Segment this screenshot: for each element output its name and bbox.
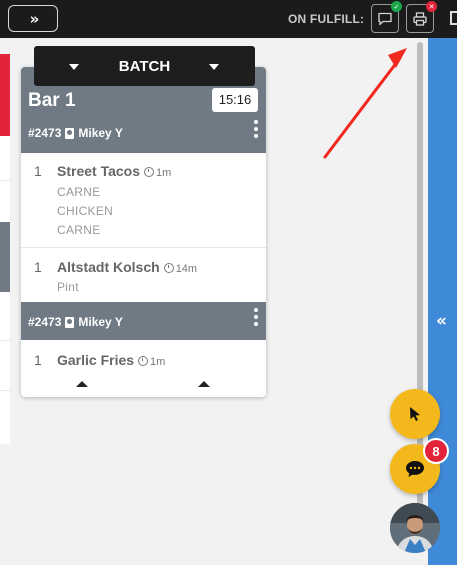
scroll-up-icon[interactable] [198,381,210,387]
expand-button[interactable]: » [8,5,58,32]
disabled-x-icon: ✕ [426,1,437,12]
order-number: #2473 [28,126,62,140]
item-quantity: 1 [34,259,42,275]
item-name: Altstadt Kolsch 14m [57,259,197,275]
batch-selector[interactable]: BATCH [34,46,255,86]
item-name-text: Garlic Fries [57,352,135,368]
double-chevron-left-icon[interactable]: « [436,311,447,331]
top-bar: » ON FULFILL: ✓ ✕ [0,0,457,38]
item-name-text: Altstadt Kolsch [57,259,160,275]
item-modifier: CHICKEN [57,204,114,218]
avatar[interactable] [390,503,440,553]
order-info: #2473 Mikey Y [28,126,123,140]
enabled-check-icon: ✓ [391,1,402,12]
order-card[interactable]: Bar 1 15:16 #2473 Mikey Y 1 Street Tacos… [21,67,266,397]
printer-icon [413,11,427,26]
scroll-up-icon[interactable] [76,381,88,387]
item-name-text: Street Tacos [57,163,140,179]
customer-name: Mikey Y [78,126,123,140]
clock-icon [138,356,149,366]
chat-bubble-icon [406,461,424,477]
person-icon [65,127,75,139]
left-column-header-red [0,54,10,136]
order-number: #2473 [28,315,62,329]
unread-badge: 8 [423,438,449,464]
divider [21,247,266,248]
person-icon [65,316,75,328]
double-chevron-right-icon: » [29,9,40,28]
clock-icon [144,167,154,177]
more-options-icon[interactable] [254,308,258,329]
order-timer: 15:16 [212,88,258,112]
item-modifier: Pint [57,280,79,294]
item-quantity: 1 [34,352,42,368]
order-sub-header: #2473 Mikey Y [21,302,266,340]
item-age: 14m [175,263,198,275]
pointer-button[interactable] [390,389,440,439]
fullscreen-icon[interactable] [450,11,457,25]
item-age: 1m [156,167,172,179]
on-fulfill-label: ON FULFILL: [288,12,365,26]
user-photo [390,503,440,553]
send-message-toggle[interactable]: ✓ [371,1,402,33]
clock-icon [163,263,174,273]
left-order-column-2[interactable] [0,222,10,444]
cursor-icon [410,407,420,421]
item-age: 1m [150,356,166,368]
item-modifier: CARNE [57,223,101,237]
item-name: Garlic Fries 1m [57,352,165,368]
station-title: Bar 1 [28,90,76,111]
message-icon [378,12,392,25]
batch-label: BATCH [118,58,171,75]
print-toggle[interactable]: ✕ [406,1,437,33]
caret-down-icon [209,64,219,70]
more-options-icon[interactable] [254,120,258,141]
left-column-header-gray [0,222,10,292]
item-modifier: CARNE [57,185,101,199]
order-info: #2473 Mikey Y [28,315,123,329]
customer-name: Mikey Y [78,315,123,329]
left-order-column-1[interactable] [0,54,10,230]
item-quantity: 1 [34,163,42,179]
item-name: Street Tacos 1m [57,163,171,179]
